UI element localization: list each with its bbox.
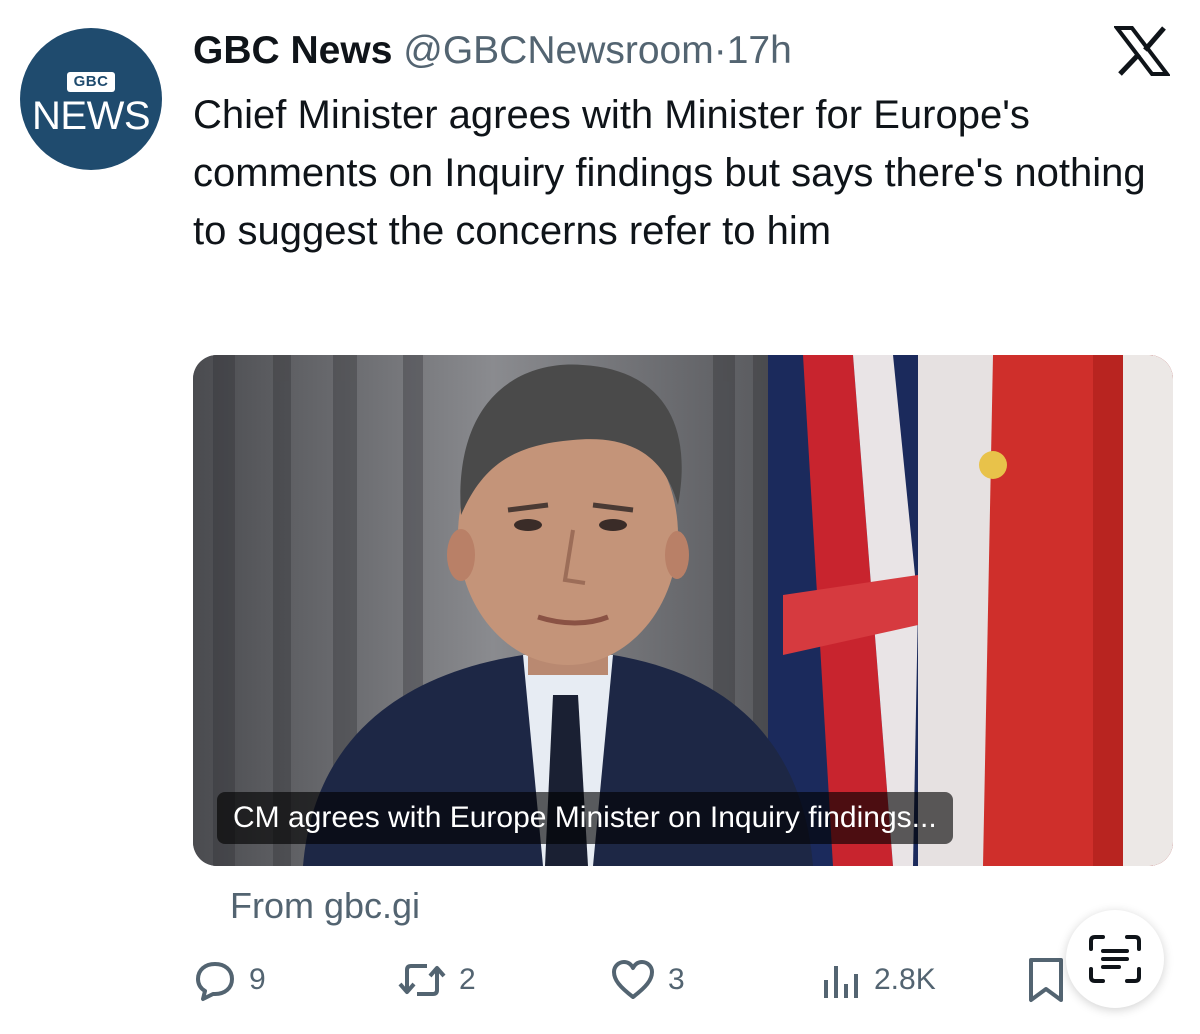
like-count: 3 bbox=[668, 963, 685, 996]
timestamp[interactable]: 17h bbox=[727, 29, 792, 72]
bookmark-button[interactable] bbox=[1026, 950, 1066, 1010]
action-bar: 9 2 3 2.8K bbox=[0, 950, 1200, 1010]
tweet-text: Chief Minister agrees with Minister for … bbox=[193, 93, 1146, 253]
x-logo-icon bbox=[1114, 26, 1170, 76]
reply-button[interactable]: 9 bbox=[193, 950, 266, 1010]
bookmark-icon bbox=[1029, 958, 1063, 1002]
views-chart-icon bbox=[824, 966, 858, 998]
repost-button[interactable]: 2 bbox=[397, 950, 476, 1010]
heart-icon bbox=[612, 960, 654, 999]
link-card-image[interactable]: CM agrees with Europe Minister on Inquir… bbox=[193, 355, 1173, 866]
visual-lookup-button[interactable] bbox=[1066, 910, 1164, 1008]
avatar-news-text: NEWS bbox=[32, 94, 151, 138]
avatar[interactable]: GBC NEWS bbox=[20, 28, 162, 170]
repost-icon bbox=[398, 964, 446, 996]
repost-count: 2 bbox=[459, 963, 476, 996]
author-handle[interactable]: @GBCNewsroom bbox=[403, 29, 713, 72]
reply-icon bbox=[196, 962, 234, 1001]
separator-dot: · bbox=[713, 29, 727, 72]
scan-text-icon bbox=[1089, 935, 1141, 983]
views-count: 2.8K bbox=[874, 963, 936, 996]
avatar-gbc-badge: GBC bbox=[67, 72, 115, 92]
author-name[interactable]: GBC News bbox=[193, 29, 392, 72]
reply-count: 9 bbox=[249, 963, 266, 996]
card-source-link[interactable]: From gbc.gi bbox=[230, 882, 420, 930]
news-photo bbox=[193, 355, 1173, 866]
card-caption: CM agrees with Europe Minister on Inquir… bbox=[217, 792, 953, 844]
like-button[interactable]: 3 bbox=[610, 950, 685, 1010]
tweet-header: GBC News @GBCNewsroom·17h bbox=[193, 26, 792, 76]
views-button[interactable]: 2.8K bbox=[818, 950, 936, 1010]
